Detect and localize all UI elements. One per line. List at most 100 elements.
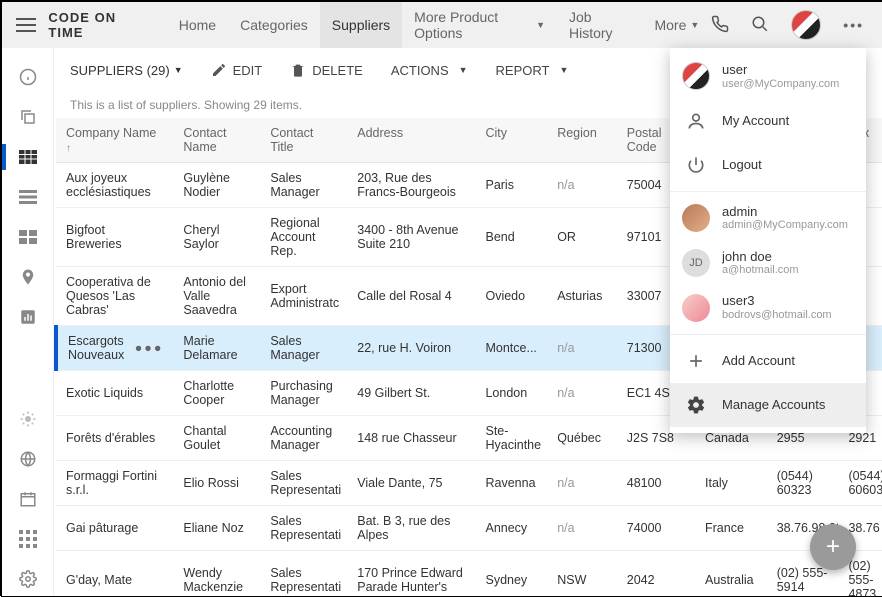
cell: Chantal Goulet <box>173 416 260 461</box>
sidebar-apps-icon[interactable] <box>8 522 48 556</box>
cell: 48100 <box>617 461 695 506</box>
cell: Australia <box>695 551 767 597</box>
sidebar-calendar-icon[interactable] <box>8 482 48 516</box>
topnav-suppliers[interactable]: Suppliers <box>320 2 402 48</box>
cell: France <box>695 506 767 551</box>
cell: Wendy Mackenzie <box>173 551 260 597</box>
cell: Italy <box>695 461 767 506</box>
table-row[interactable]: Formaggi Fortini s.r.l.Elio RossiSales R… <box>56 461 882 506</box>
cell: Calle del Rosal 4 <box>347 267 475 326</box>
phone-icon[interactable] <box>711 15 729 36</box>
cell: n/a <box>547 371 617 416</box>
cell: 22, rue H. Voiron <box>347 326 475 371</box>
cell: Eliane Noz <box>173 506 260 551</box>
sidebar-chart-icon[interactable] <box>8 300 48 334</box>
fab-add-button[interactable]: + <box>810 524 856 570</box>
col-contact-name[interactable]: Contact Name <box>173 118 260 163</box>
user-menu-account[interactable]: My Account <box>670 99 866 143</box>
search-icon[interactable] <box>751 15 769 36</box>
avatar[interactable] <box>791 10 821 40</box>
sidebar-info-icon[interactable] <box>8 60 48 94</box>
sidebar-burst-icon[interactable] <box>8 402 48 436</box>
cell: Annecy <box>475 506 547 551</box>
app-title: CODE ON TIME <box>48 10 150 40</box>
user-menu-current[interactable]: useruser@MyCompany.com <box>670 54 866 99</box>
cell: Cheryl Saylor <box>173 208 260 267</box>
col-company-name[interactable]: Company Name ↑ <box>56 118 173 163</box>
table-row[interactable]: Gai pâturageEliane NozSales Representati… <box>56 506 882 551</box>
top-nav: HomeCategoriesSuppliersMore Product Opti… <box>167 2 712 48</box>
report-button[interactable]: REPORT▼ <box>496 63 569 78</box>
cell: 49 Gilbert St. <box>347 371 475 416</box>
menu-icon[interactable] <box>10 18 42 32</box>
col-contact-title[interactable]: Contact Title <box>260 118 347 163</box>
topbar: CODE ON TIME HomeCategoriesSuppliersMore… <box>2 2 882 48</box>
topnav-more[interactable]: More▼ <box>642 2 711 48</box>
cell: Antonio del Valle Saavedra <box>173 267 260 326</box>
more-icon[interactable]: ••• <box>843 17 864 33</box>
cell: Purchasing Manager <box>260 371 347 416</box>
cell: Asturias <box>547 267 617 326</box>
cell: Bigfoot Breweries <box>56 208 173 267</box>
cell: (0544) 60323 <box>767 461 839 506</box>
avatar-icon <box>682 62 710 90</box>
col-address[interactable]: Address <box>347 118 475 163</box>
cell: Marie Delamare <box>173 326 260 371</box>
cell: Exotic Liquids <box>56 371 173 416</box>
cell: Forêts d'érables <box>56 416 173 461</box>
sidebar-globe-icon[interactable] <box>8 442 48 476</box>
cell: Export Administratc <box>260 267 347 326</box>
topnav-categories[interactable]: Categories <box>228 2 320 48</box>
user-menu-account-admin[interactable]: adminadmin@MyCompany.com <box>670 196 866 241</box>
user-menu-account-user3[interactable]: user3bodrovs@hotmail.com <box>670 285 866 330</box>
cell: 148 rue Chasseur <box>347 416 475 461</box>
cell: Montce... <box>475 326 547 371</box>
row-menu-icon[interactable]: ●●● <box>129 341 164 355</box>
cell: Escargots Nouveaux●●● <box>56 326 173 371</box>
left-sidebar <box>2 48 54 596</box>
cell: Sales Representati <box>260 506 347 551</box>
col-city[interactable]: City <box>475 118 547 163</box>
cell: Sales Manager <box>260 163 347 208</box>
cell: Charlotte Cooper <box>173 371 260 416</box>
cell: Oviedo <box>475 267 547 326</box>
sidebar-gear-icon[interactable] <box>8 562 48 596</box>
edit-button[interactable]: EDIT <box>211 62 263 78</box>
cell: NSW <box>547 551 617 597</box>
sidebar-copy-icon[interactable] <box>8 100 48 134</box>
topnav-job-history[interactable]: Job History <box>557 2 642 48</box>
cell: Aux joyeux ecclésiastiques <box>56 163 173 208</box>
cell: Accounting Manager <box>260 416 347 461</box>
view-selector[interactable]: SUPPLIERS (29)▼ <box>70 63 183 78</box>
sidebar-location-icon[interactable] <box>8 260 48 294</box>
actions-button[interactable]: ACTIONS▼ <box>391 63 468 78</box>
sidebar-cards-icon[interactable] <box>8 220 48 254</box>
col-region[interactable]: Region <box>547 118 617 163</box>
cell: 3400 - 8th Avenue Suite 210 <box>347 208 475 267</box>
topnav-home[interactable]: Home <box>167 2 228 48</box>
cell: Sydney <box>475 551 547 597</box>
user-menu-add[interactable]: Add Account <box>670 339 866 383</box>
cell: London <box>475 371 547 416</box>
cell: n/a <box>547 461 617 506</box>
delete-button[interactable]: DELETE <box>290 62 363 78</box>
cell: 170 Prince Edward Parade Hunter's <box>347 551 475 597</box>
user-menu-manage[interactable]: Manage Accounts <box>670 383 866 427</box>
cell: Viale Dante, 75 <box>347 461 475 506</box>
cell: G'day, Mate <box>56 551 173 597</box>
sidebar-list-icon[interactable] <box>8 180 48 214</box>
table-row[interactable]: G'day, MateWendy MackenzieSales Represen… <box>56 551 882 597</box>
cell: Regional Account Rep. <box>260 208 347 267</box>
gear-icon <box>682 391 710 419</box>
cell: Elio Rossi <box>173 461 260 506</box>
sidebar-grid-icon[interactable] <box>8 140 48 174</box>
cell: Bend <box>475 208 547 267</box>
cell: Gai pâturage <box>56 506 173 551</box>
avatar-icon <box>682 294 710 322</box>
user-menu-logout[interactable]: Logout <box>670 143 866 187</box>
topnav-more-product-options[interactable]: More Product Options▼ <box>402 2 557 48</box>
user-menu-account-john-doe[interactable]: JDjohn doea@hotmail.com <box>670 241 866 286</box>
cell: Formaggi Fortini s.r.l. <box>56 461 173 506</box>
cell: Québec <box>547 416 617 461</box>
cell: 2042 <box>617 551 695 597</box>
